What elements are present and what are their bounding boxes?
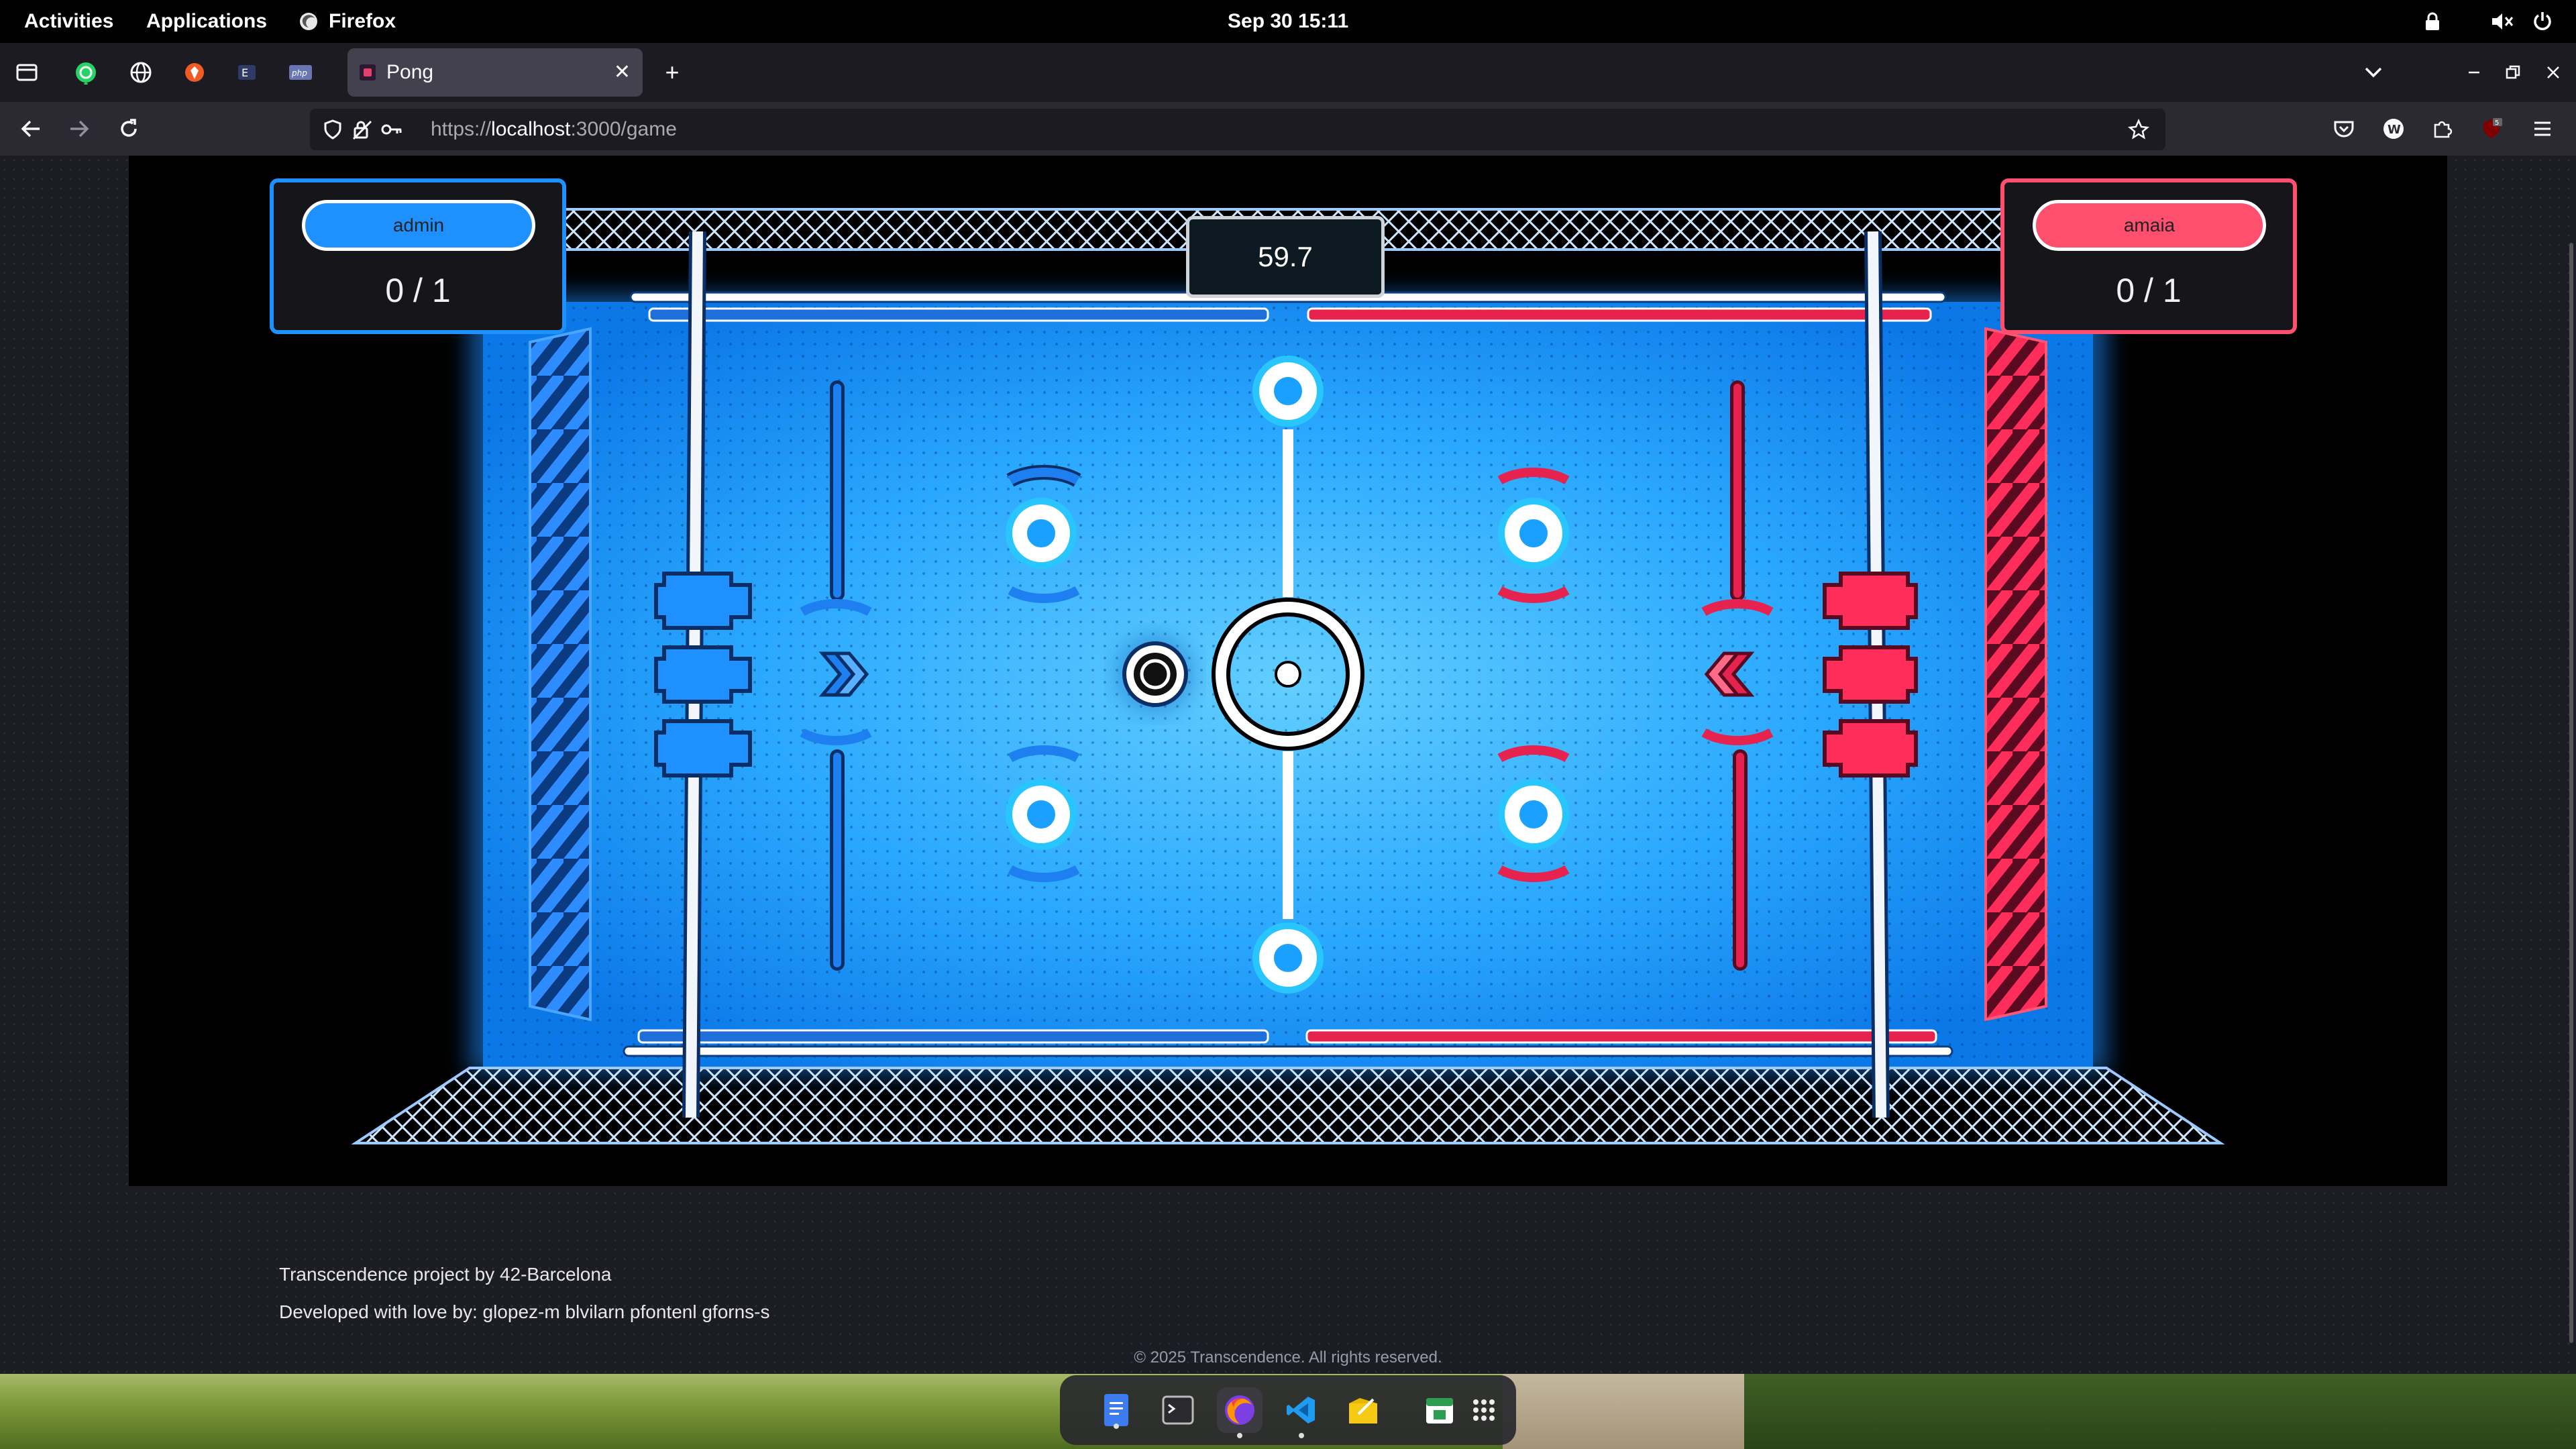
ball bbox=[1119, 638, 1191, 710]
notes-icon[interactable] bbox=[1340, 1387, 1386, 1433]
player-right-score: 0 / 1 bbox=[2116, 272, 2182, 309]
terminal-icon[interactable] bbox=[1155, 1387, 1201, 1433]
top-rail-blue bbox=[648, 307, 1269, 322]
firefox-icon[interactable] bbox=[1217, 1387, 1263, 1438]
player-left-score: 0 / 1 bbox=[385, 272, 451, 309]
bumper-top-center bbox=[1252, 356, 1324, 427]
bumper-bottom-center bbox=[1252, 922, 1324, 994]
red-paddle bbox=[1823, 572, 1918, 777]
player-left-scoreboard: admin 0 / 1 bbox=[270, 178, 566, 334]
bottom-rail-blue bbox=[637, 1029, 1269, 1044]
player-right-name: amaia bbox=[2033, 200, 2266, 251]
blue-paddle bbox=[654, 572, 752, 777]
left-goal-wall bbox=[529, 327, 592, 1022]
vscode-icon[interactable] bbox=[1279, 1387, 1324, 1438]
player-right-scoreboard: amaia 0 / 1 bbox=[2000, 178, 2297, 334]
files-icon[interactable] bbox=[1093, 1387, 1139, 1433]
dock bbox=[1060, 1375, 1516, 1445]
center-spot bbox=[1275, 661, 1301, 688]
app-grid-icon[interactable] bbox=[1461, 1387, 1507, 1433]
right-goal-wall bbox=[1984, 327, 2047, 1022]
player-left-name: admin bbox=[302, 200, 535, 251]
calendar-icon[interactable] bbox=[1417, 1387, 1462, 1433]
bottom-net bbox=[351, 1067, 2225, 1144]
bottom-rail bbox=[623, 1045, 1953, 1057]
game-timer: 59.7 bbox=[1186, 216, 1385, 298]
top-rail-red bbox=[1307, 307, 1932, 322]
bottom-rail-red bbox=[1305, 1029, 1937, 1044]
